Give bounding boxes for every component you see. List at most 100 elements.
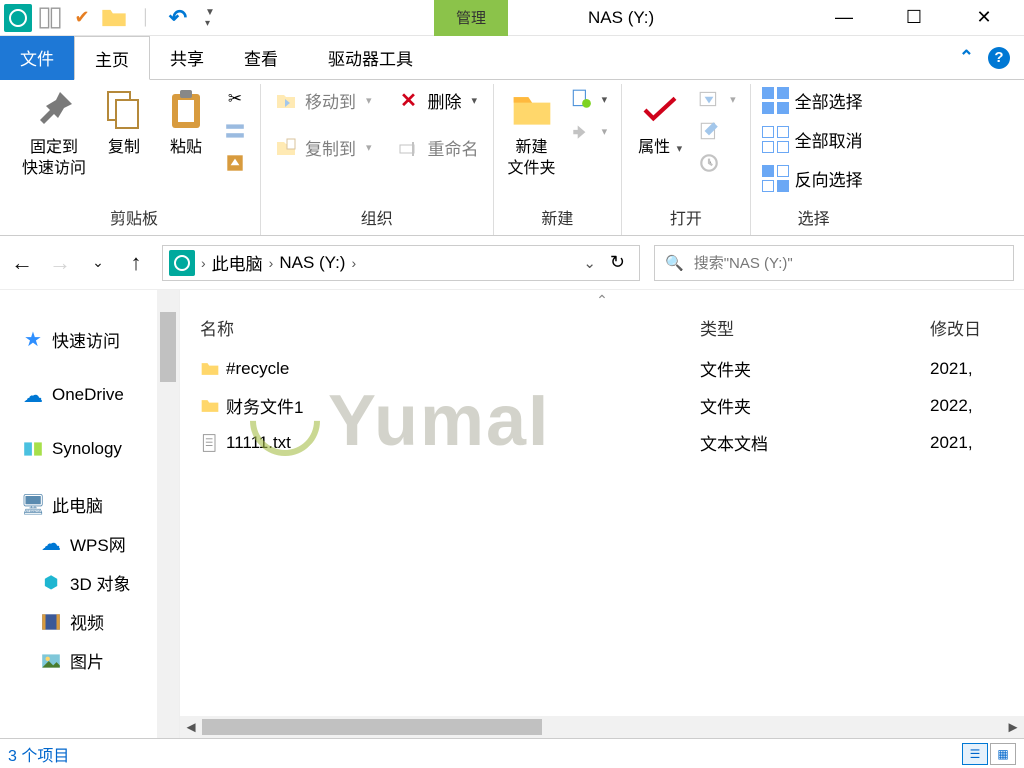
- cloud-icon: ☁: [22, 384, 44, 406]
- new-folder-button[interactable]: 新建 文件夹: [504, 86, 560, 180]
- easy-access-button[interactable]: ▾: [566, 118, 612, 144]
- scroll-left-icon[interactable]: ◄: [180, 716, 202, 738]
- ribbon-group-clipboard: 固定到 快速访问 复制 粘贴 ✂ 剪贴板: [8, 84, 261, 235]
- back-button[interactable]: ←: [10, 250, 34, 276]
- group-label-organize: 组织: [361, 201, 393, 233]
- path-icon: [224, 120, 246, 142]
- chevron-icon[interactable]: ›: [201, 255, 206, 271]
- move-to-icon: [275, 90, 297, 112]
- qat-sep-icon: [36, 4, 64, 32]
- folder-icon: [200, 359, 226, 379]
- shortcut-icon: [224, 152, 246, 174]
- item-count: 3 个项目: [8, 742, 69, 766]
- ribbon: 固定到 快速访问 复制 粘贴 ✂ 剪贴板 移动到▾ 复制到▾: [0, 80, 1024, 236]
- column-scroll-icon[interactable]: ⌃: [180, 290, 1024, 311]
- pin-to-quick-access-button[interactable]: 固定到 快速访问: [18, 86, 90, 180]
- tab-share[interactable]: 共享: [150, 36, 224, 80]
- chevron-icon[interactable]: ›: [351, 255, 356, 271]
- view-details-button[interactable]: ☰: [962, 743, 988, 765]
- qat-dropdown-icon[interactable]: ▼▾: [196, 4, 224, 32]
- breadcrumb-location[interactable]: NAS (Y:): [279, 253, 345, 273]
- close-button[interactable]: ✕: [964, 7, 1004, 28]
- search-input[interactable]: 🔍 搜索"NAS (Y:)": [654, 245, 1014, 281]
- undo-icon[interactable]: ↶: [164, 4, 192, 32]
- window-title: NAS (Y:): [588, 8, 654, 28]
- nav-videos[interactable]: 视频: [0, 602, 179, 641]
- file-list-pane: ⌃ 名称 类型 修改日 #recycle 文件夹 2021, 财务文件1 文件夹…: [180, 290, 1024, 738]
- scroll-thumb[interactable]: [202, 719, 542, 735]
- select-none-button[interactable]: 全部取消: [761, 125, 867, 154]
- address-bar: ← → ⌄ ↑ › 此电脑 › NAS (Y:) › ⌄ ↻ 🔍 搜索"NAS …: [0, 236, 1024, 290]
- cloud-icon: ☁: [40, 533, 62, 555]
- copy-to-button[interactable]: 复制到▾: [271, 133, 376, 162]
- group-label-open: 打开: [670, 201, 702, 233]
- new-item-button[interactable]: ▾: [566, 86, 612, 112]
- scroll-right-icon[interactable]: ►: [1002, 716, 1024, 738]
- delete-icon: ✕: [398, 90, 420, 112]
- paste-button[interactable]: 粘贴: [158, 86, 214, 159]
- manage-contextual-tab[interactable]: 管理: [434, 0, 508, 36]
- main-area: ★快速访问 ☁OneDrive Synology 🖥此电脑 ☁WPS网 ⬢3D …: [0, 290, 1024, 738]
- collapse-ribbon-icon[interactable]: ⌃: [959, 47, 974, 68]
- tab-home[interactable]: 主页: [74, 36, 150, 80]
- copy-button[interactable]: 复制: [96, 86, 152, 159]
- maximize-button[interactable]: ☐: [894, 7, 934, 28]
- recent-dropdown-icon[interactable]: ⌄: [86, 254, 110, 271]
- select-all-button[interactable]: 全部选择: [761, 86, 867, 115]
- edit-icon: [698, 120, 720, 142]
- minimize-button[interactable]: —: [824, 7, 864, 28]
- nav-pictures[interactable]: 图片: [0, 641, 179, 680]
- list-item[interactable]: 11111.txt 文本文档 2021,: [200, 424, 1024, 461]
- nav-this-pc[interactable]: 🖥此电脑: [0, 485, 179, 524]
- new-item-icon: [570, 88, 592, 110]
- cut-button[interactable]: ✂: [220, 86, 250, 112]
- properties-icon[interactable]: ✔: [68, 4, 96, 32]
- cube-icon: ⬢: [40, 572, 62, 594]
- app-icon[interactable]: [4, 4, 32, 32]
- column-type[interactable]: 类型: [700, 315, 930, 340]
- address-dropdown-icon[interactable]: ⌄: [583, 254, 596, 272]
- nav-scrollbar[interactable]: [157, 290, 179, 738]
- pin-icon: [30, 86, 78, 134]
- ribbon-group-select: 全部选择 全部取消 反向选择 选择: [751, 84, 877, 235]
- navigation-pane: ★快速访问 ☁OneDrive Synology 🖥此电脑 ☁WPS网 ⬢3D …: [0, 290, 180, 738]
- folder-icon[interactable]: [100, 4, 128, 32]
- refresh-icon[interactable]: ↻: [610, 252, 625, 273]
- tab-file[interactable]: 文件: [0, 36, 74, 80]
- view-large-icons-button[interactable]: ▦: [990, 743, 1016, 765]
- open-button[interactable]: ▾: [694, 86, 740, 112]
- chevron-icon[interactable]: ›: [269, 255, 274, 271]
- tab-view[interactable]: 查看: [224, 36, 298, 80]
- history-button[interactable]: [694, 150, 740, 176]
- nav-quick-access[interactable]: ★快速访问: [0, 320, 179, 359]
- nav-wps[interactable]: ☁WPS网: [0, 524, 179, 563]
- move-to-button[interactable]: 移动到▾: [271, 86, 376, 115]
- column-name[interactable]: 名称: [200, 315, 700, 340]
- nav-synology[interactable]: Synology: [0, 431, 179, 467]
- column-modified[interactable]: 修改日: [930, 315, 981, 340]
- paste-shortcut-button[interactable]: [220, 150, 250, 176]
- rename-icon: [398, 137, 420, 159]
- pc-icon: 🖥: [22, 494, 44, 516]
- horizontal-scrollbar[interactable]: ◄ ►: [180, 716, 1024, 738]
- history-icon: [698, 152, 720, 174]
- synology-icon: [22, 438, 44, 460]
- help-icon[interactable]: ?: [988, 47, 1010, 69]
- nav-onedrive[interactable]: ☁OneDrive: [0, 377, 179, 413]
- breadcrumb-this-pc[interactable]: 此电脑: [212, 250, 263, 275]
- forward-button[interactable]: →: [48, 250, 72, 276]
- list-item[interactable]: #recycle 文件夹 2021,: [200, 350, 1024, 387]
- nav-3d[interactable]: ⬢3D 对象: [0, 563, 179, 602]
- breadcrumb[interactable]: › 此电脑 › NAS (Y:) › ⌄ ↻: [162, 245, 640, 281]
- divider-icon: │: [132, 4, 160, 32]
- copy-path-button[interactable]: [220, 118, 250, 144]
- up-button[interactable]: ↑: [124, 250, 148, 276]
- column-headers: 名称 类型 修改日: [180, 311, 1024, 350]
- tab-drive-tools[interactable]: 驱动器工具: [308, 36, 433, 80]
- properties-button[interactable]: 属性 ▾: [632, 86, 688, 159]
- list-item[interactable]: 财务文件1 文件夹 2022,: [200, 387, 1024, 424]
- rename-button[interactable]: 重命名: [394, 133, 483, 162]
- edit-button[interactable]: [694, 118, 740, 144]
- invert-selection-button[interactable]: 反向选择: [761, 164, 867, 193]
- delete-button[interactable]: ✕删除▾: [394, 86, 483, 115]
